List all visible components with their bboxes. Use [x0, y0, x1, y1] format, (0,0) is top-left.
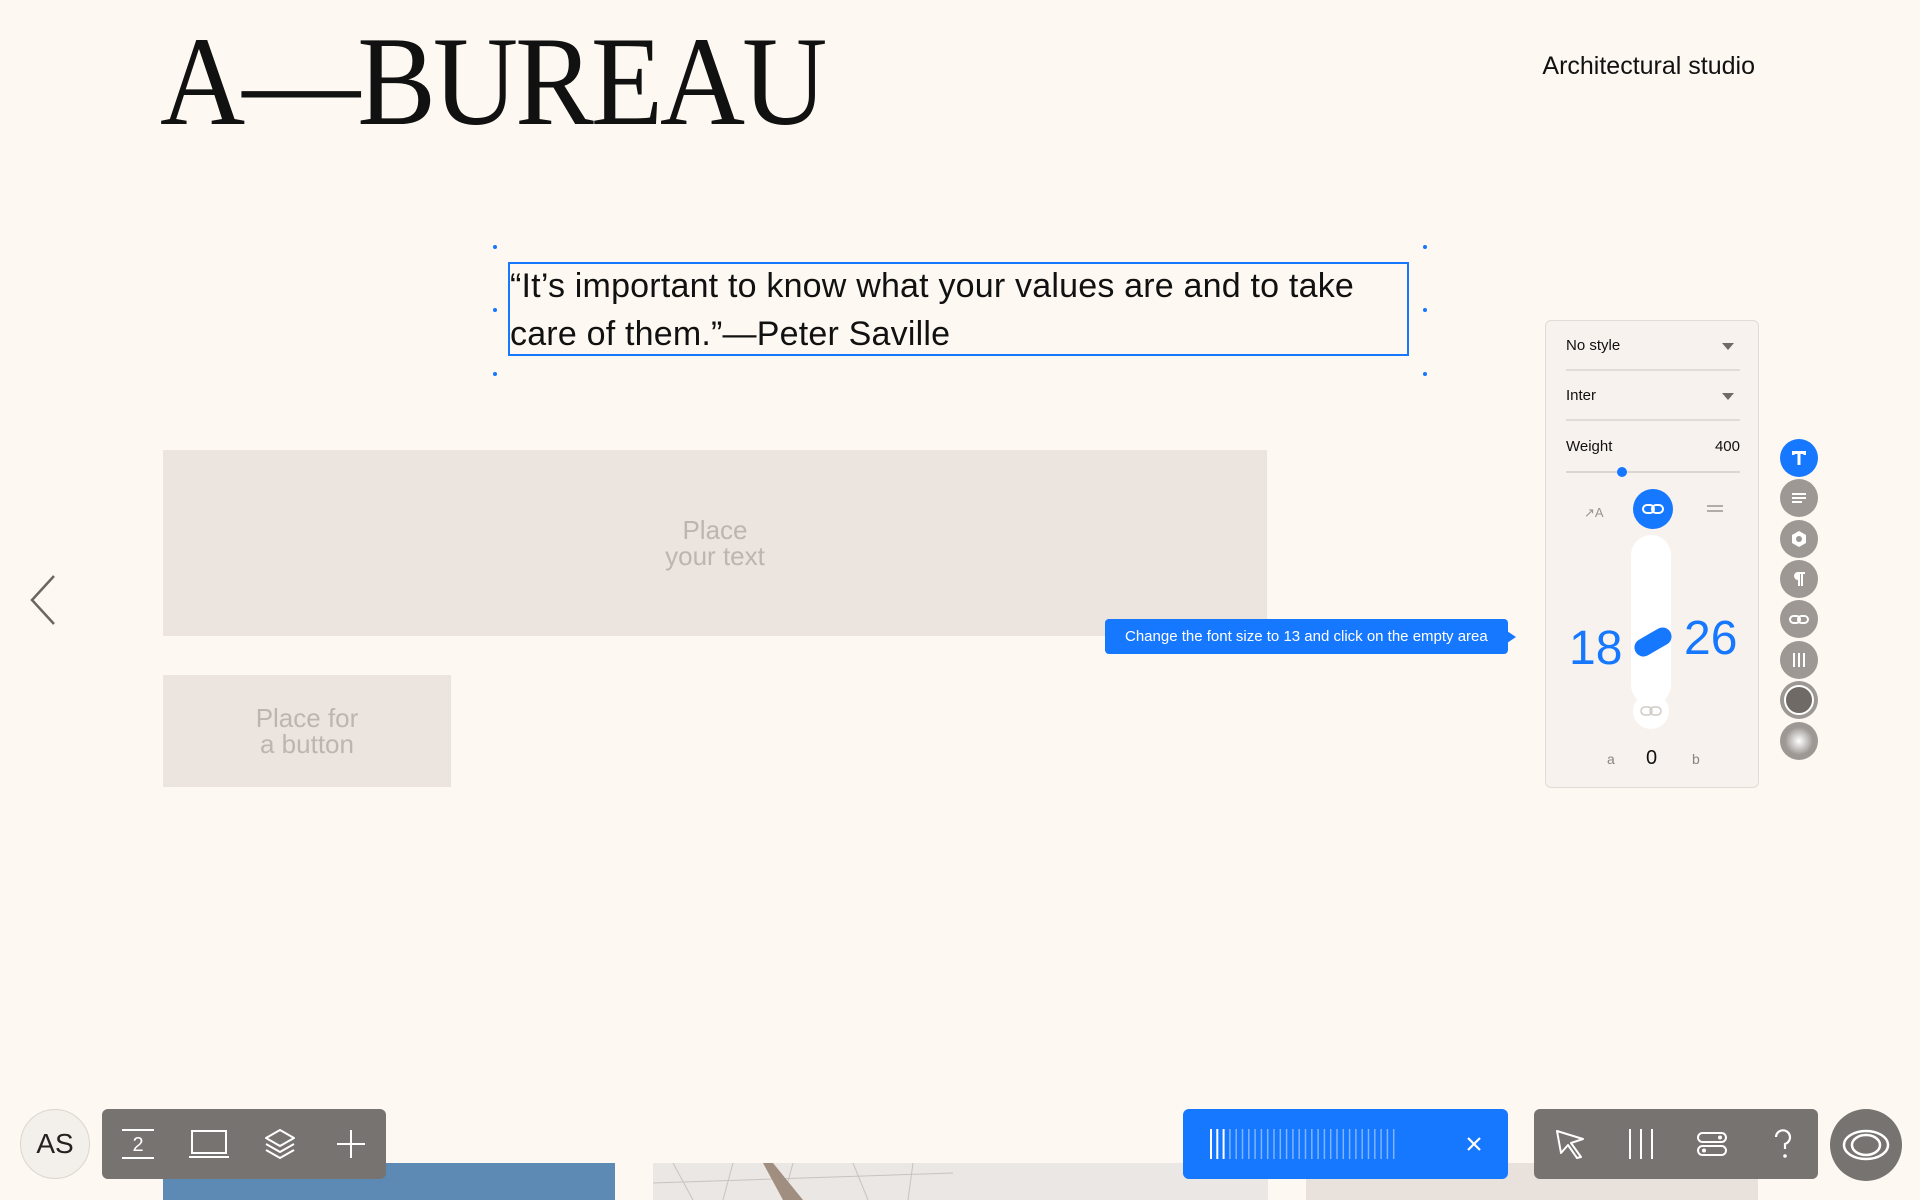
- button-placeholder-line: a button: [260, 729, 354, 759]
- gradient-icon[interactable]: [1780, 722, 1818, 760]
- page-number-icon: 2: [121, 1129, 154, 1159]
- quote-text-block[interactable]: “It’s important to know what your values…: [510, 262, 1410, 358]
- link-icon[interactable]: [1780, 600, 1818, 638]
- font-select-value: Inter: [1566, 387, 1597, 404]
- divider: [1566, 419, 1740, 421]
- font-size-slider[interactable]: [1631, 535, 1671, 705]
- selection-handle[interactable]: [1423, 245, 1427, 249]
- caret-down-icon: [1722, 343, 1734, 350]
- selection-handle[interactable]: [493, 245, 497, 249]
- text-icon[interactable]: [1780, 439, 1818, 477]
- button-placeholder-line: Place for: [255, 703, 359, 733]
- paragraph-icon[interactable]: [1780, 560, 1818, 598]
- device-preview-button[interactable]: [185, 1120, 233, 1168]
- link-off-icon: [1640, 706, 1662, 716]
- columns-icon[interactable]: [1780, 641, 1818, 679]
- columns-icon: [1628, 1129, 1653, 1159]
- font-select[interactable]: Inter: [1566, 387, 1740, 413]
- settings-button[interactable]: [1688, 1120, 1736, 1168]
- link-sizes-button[interactable]: [1633, 489, 1673, 529]
- onboarding-tooltip: Change the font size to 13 and click on …: [1105, 619, 1516, 654]
- text-placeholder-line: Place: [682, 515, 748, 545]
- bottom-toolbar-right: [1534, 1109, 1818, 1179]
- chevron-left-icon[interactable]: [26, 572, 60, 628]
- preview-button[interactable]: [1830, 1109, 1902, 1181]
- laptop-icon: [188, 1130, 229, 1158]
- label-a: a: [1607, 751, 1615, 767]
- style-select[interactable]: No style: [1566, 337, 1740, 363]
- bottom-toolbar-left: 2: [102, 1109, 386, 1179]
- font-size-min[interactable]: 18: [1569, 621, 1622, 676]
- divider: [1566, 369, 1740, 371]
- selection-handle[interactable]: [493, 372, 497, 376]
- selection-handle[interactable]: [1423, 308, 1427, 312]
- line-height-icon[interactable]: [1706, 503, 1724, 515]
- link-icon: [1642, 504, 1664, 514]
- pages-button[interactable]: 2: [114, 1120, 162, 1168]
- question-icon: [1774, 1129, 1791, 1158]
- select-tool-button[interactable]: [1546, 1120, 1594, 1168]
- selection-handle[interactable]: [1423, 372, 1427, 376]
- progress-ticks-icon: [1210, 1129, 1395, 1159]
- tutorial-progress-bar[interactable]: [1183, 1109, 1508, 1179]
- cursor-icon: [1555, 1130, 1584, 1159]
- thumbnail-image[interactable]: [653, 1163, 1268, 1200]
- weight-label: Weight: [1566, 438, 1613, 455]
- offset-value[interactable]: 0: [1646, 747, 1657, 770]
- font-size-max[interactable]: 26: [1684, 611, 1737, 666]
- typography-panel: No style Inter Weight 400 ↗A 18 26 a 0 b: [1545, 320, 1759, 788]
- shape-icon[interactable]: [1780, 520, 1818, 558]
- studio-tagline: Architectural studio: [1542, 52, 1755, 80]
- weight-value: 400: [1714, 438, 1740, 455]
- layers-icon: [264, 1129, 295, 1159]
- style-select-value: No style: [1566, 337, 1621, 354]
- weight-row: Weight 400: [1566, 438, 1740, 458]
- plus-icon: [336, 1130, 365, 1158]
- grid-columns-button[interactable]: [1617, 1120, 1665, 1168]
- caret-down-icon: [1722, 393, 1734, 400]
- studio-logo: A—BUREAU: [160, 10, 827, 152]
- page-number: 2: [132, 1134, 143, 1156]
- eye-icon: [1842, 1129, 1890, 1161]
- unlink-button[interactable]: [1633, 693, 1669, 729]
- label-b: b: [1692, 751, 1700, 767]
- selection-handle[interactable]: [493, 308, 497, 312]
- weight-slider[interactable]: [1566, 471, 1740, 473]
- text-placeholder[interactable]: Place your text: [163, 450, 1267, 636]
- close-icon[interactable]: [1465, 1135, 1483, 1153]
- button-placeholder[interactable]: Place for a button: [163, 675, 451, 787]
- help-button[interactable]: [1759, 1120, 1807, 1168]
- avatar[interactable]: AS: [20, 1109, 90, 1179]
- align-icon[interactable]: [1780, 479, 1818, 517]
- add-button[interactable]: [327, 1120, 375, 1168]
- layers-button[interactable]: [256, 1120, 304, 1168]
- text-placeholder-line: your text: [665, 541, 765, 571]
- fill-color-icon[interactable]: [1780, 681, 1818, 719]
- weight-slider-handle[interactable]: [1616, 467, 1627, 477]
- toggles-icon: [1696, 1132, 1727, 1156]
- text-case-button[interactable]: ↗A: [1584, 505, 1604, 521]
